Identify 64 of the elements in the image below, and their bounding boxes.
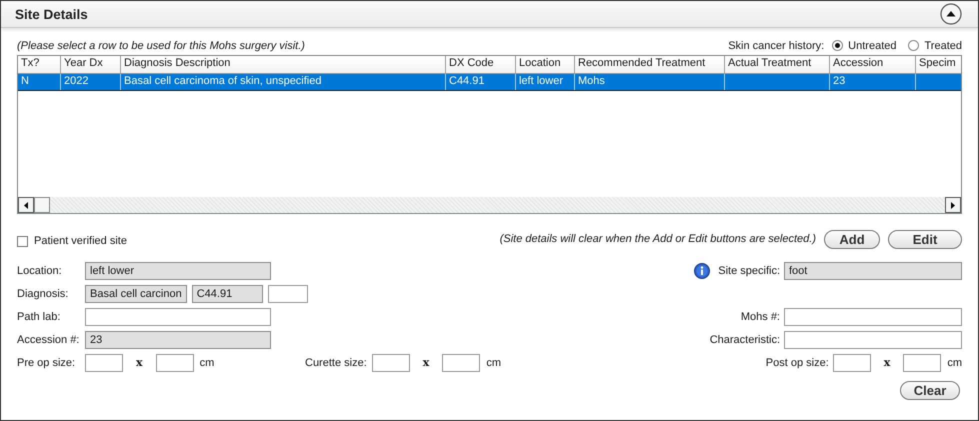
collapse-icon[interactable] bbox=[940, 3, 962, 25]
add-button[interactable]: Add bbox=[824, 230, 880, 248]
edit-button[interactable]: Edit bbox=[888, 230, 962, 248]
input-field[interactable] bbox=[903, 354, 942, 372]
scroll-right-button[interactable] bbox=[945, 197, 961, 213]
table-cell: Mohs bbox=[575, 74, 725, 90]
instruction-text: (Please select a row to be used for this Mohs surgery visit.) bbox=[17, 40, 305, 52]
clear-button[interactable]: Clear bbox=[900, 381, 960, 400]
scroll-left-button[interactable] bbox=[18, 197, 34, 213]
input-field[interactable] bbox=[442, 354, 480, 372]
field-label: Mohs #: bbox=[740, 310, 780, 322]
table-row[interactable]: N 2022 Basal cell carcinoma of skin, unspecified C44.91 left lower Mohs 23 bbox=[18, 74, 961, 91]
field-label: Post op size: bbox=[766, 356, 829, 368]
column-header[interactable]: Recommended Treatment bbox=[575, 56, 725, 73]
input-field[interactable] bbox=[784, 330, 962, 348]
input-field[interactable] bbox=[85, 308, 271, 326]
radio-button[interactable] bbox=[908, 40, 920, 51]
table-cell: left lower bbox=[516, 74, 575, 90]
table-cell: 23 bbox=[830, 74, 916, 90]
table-cell: 2022 bbox=[61, 74, 121, 90]
info-icon[interactable] bbox=[694, 262, 710, 278]
checkbox-label[interactable]: Patient verified site bbox=[34, 235, 127, 247]
input-field[interactable] bbox=[784, 308, 962, 326]
field-label: Site specific: bbox=[718, 264, 780, 276]
data-grid[interactable]: Tx? Year Dx Diagnosis Description DX Code Location Recommended Treatment Actual Treatment Accession Specim N 2022 Basal cell carcinoma of skin, unspecified C44.91 left lower Mohs 23 bbox=[17, 55, 962, 214]
table-cell: N bbox=[18, 74, 61, 90]
panel-title: Site Details bbox=[15, 6, 88, 22]
input-field[interactable] bbox=[85, 354, 123, 372]
times-sign: x bbox=[884, 356, 890, 369]
table-cell: C44.91 bbox=[446, 74, 516, 90]
unit-label: cm bbox=[486, 356, 501, 368]
column-header[interactable]: DX Code bbox=[446, 56, 516, 73]
field-label: Path lab: bbox=[17, 310, 62, 322]
input-field[interactable] bbox=[832, 354, 871, 372]
input-field[interactable] bbox=[372, 354, 410, 372]
times-sign: x bbox=[422, 356, 430, 369]
input-field[interactable] bbox=[156, 354, 194, 372]
field-label: Accession #: bbox=[17, 334, 80, 346]
unit-label: cm bbox=[947, 356, 962, 368]
table-cell: Basal cell carcinoma of skin, unspecified bbox=[121, 74, 446, 90]
history-label: Skin cancer history: bbox=[728, 40, 824, 52]
column-header[interactable]: Year Dx bbox=[61, 56, 121, 73]
column-header[interactable]: Tx? bbox=[18, 56, 61, 73]
right-arrow-icon bbox=[951, 202, 955, 208]
field-label: Location: bbox=[17, 264, 63, 276]
column-header[interactable]: Location bbox=[516, 56, 575, 73]
field-label: Diagnosis: bbox=[17, 288, 70, 300]
column-header[interactable]: Accession bbox=[830, 56, 916, 73]
column-header[interactable]: Actual Treatment bbox=[725, 56, 830, 73]
unit-label: cm bbox=[200, 356, 214, 368]
left-arrow-icon bbox=[24, 202, 28, 208]
field-label: Characteristic: bbox=[710, 334, 780, 346]
scrollbar-thumb[interactable] bbox=[34, 197, 50, 213]
hint-text: (Site details will clear when the Add or Edit buttons are selected.) bbox=[500, 233, 816, 245]
radio-label[interactable]: Treated bbox=[924, 40, 962, 52]
column-header[interactable]: Diagnosis Description bbox=[121, 56, 446, 73]
radio-label[interactable]: Untreated bbox=[848, 40, 896, 52]
field-label: Pre op size: bbox=[17, 356, 76, 368]
radio-button[interactable] bbox=[832, 40, 844, 51]
field-label: Curette size: bbox=[305, 356, 367, 368]
times-sign: x bbox=[136, 356, 143, 369]
input-field[interactable] bbox=[268, 284, 308, 302]
checkbox[interactable] bbox=[17, 236, 28, 246]
column-header[interactable]: Specim bbox=[916, 56, 954, 73]
